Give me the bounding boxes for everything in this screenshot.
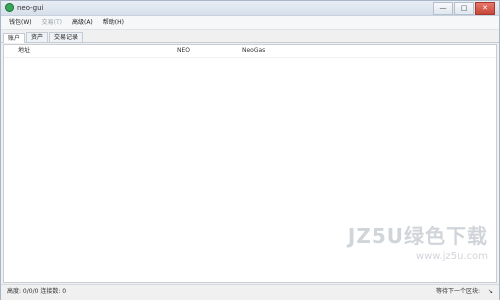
watermark-text: JZ5U绿色下载 (347, 224, 488, 248)
status-bar: 高度: 0/0/0 连接数: 0 等待下一个区块: ↘ (1, 284, 499, 300)
minimize-button[interactable]: — (433, 2, 453, 15)
maximize-button[interactable]: □ (454, 2, 474, 15)
column-header-neogas[interactable]: NeoGas (242, 46, 265, 56)
tab-strip: 账户 资产 交易记录 (1, 31, 499, 43)
menu-bar: 钱包(W) 交易(T) 高级(A) 帮助(H) (1, 16, 499, 30)
column-header-neo[interactable]: NEO (177, 46, 190, 56)
menu-help[interactable]: 帮助(H) (103, 17, 124, 29)
watermark-url: www.jz5u.com (415, 251, 488, 262)
list-header: 地址 NEO NeoGas (4, 45, 496, 58)
tab-accounts[interactable]: 账户 (3, 33, 26, 43)
neo-icon (5, 3, 14, 12)
menu-transaction[interactable]: 交易(T) (42, 17, 62, 29)
window-title: neo-gui (17, 4, 44, 12)
accounts-list[interactable]: 地址 NEO NeoGas JZ5U绿色下载 www.jz5u.com (3, 44, 497, 283)
tab-transactions[interactable]: 交易记录 (49, 32, 84, 42)
watermark-logo: JZ5U绿色下载 www.jz5u.com (348, 220, 488, 262)
menu-advanced[interactable]: 高级(A) (72, 17, 93, 29)
status-next-block: 等待下一个区块: (435, 288, 480, 295)
title-bar: neo-gui — □ ✕ (1, 1, 499, 16)
menu-wallet[interactable]: 钱包(W) (9, 17, 32, 29)
app-window: neo-gui — □ ✕ 钱包(W) 交易(T) 高级(A) 帮助(H) 账户… (0, 0, 500, 300)
close-button[interactable]: ✕ (475, 2, 495, 15)
status-height-connections: 高度: 0/0/0 连接数: 0 (7, 288, 67, 295)
column-header-address[interactable]: 地址 (18, 46, 30, 56)
status-right-area: 等待下一个区块: ↘ (436, 287, 493, 297)
window-controls: — □ ✕ (433, 2, 495, 15)
tab-assets[interactable]: 资产 (26, 32, 49, 42)
resize-grip-icon[interactable]: ↘ (488, 287, 493, 297)
